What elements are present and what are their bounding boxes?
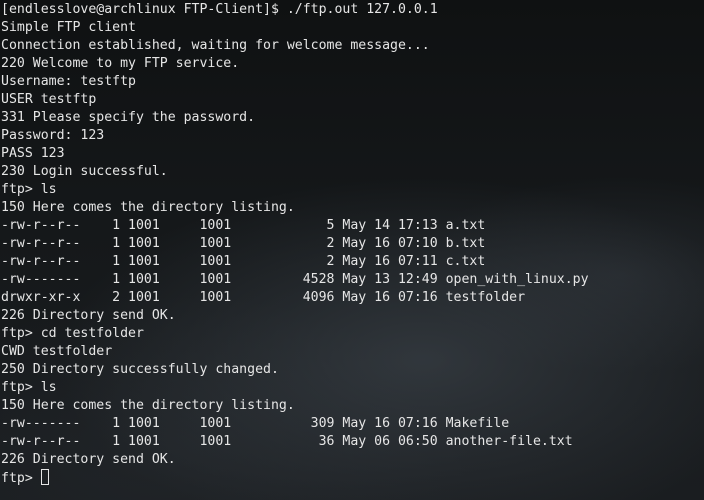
terminal-line: Username: testftp [1, 74, 136, 89]
terminal-line: Simple FTP client [1, 20, 136, 35]
terminal-line: USER testftp [1, 92, 97, 107]
text-cursor[interactable] [40, 469, 49, 485]
terminal-line: 226 Directory send OK. [1, 452, 176, 467]
terminal-line: ftp> cd testfolder [1, 326, 144, 341]
terminal-line: Connection established, waiting for welc… [1, 38, 430, 53]
directory-listing-row: drwxr-xr-x 2 1001 1001 4096 May 16 07:16… [1, 290, 526, 305]
directory-listing-row: -rw------- 1 1001 1001 309 May 16 07:16 … [1, 416, 510, 431]
ftp-prompt: ftp> [1, 471, 41, 486]
command-input-line[interactable]: ftp> [1, 469, 589, 487]
terminal-line: 250 Directory successfully changed. [1, 362, 279, 377]
directory-listing-row: -rw-r--r-- 1 1001 1001 2 May 16 07:10 b.… [1, 236, 486, 251]
terminal-line: 150 Here comes the directory listing. [1, 200, 295, 215]
directory-listing-row: -rw-r--r-- 1 1001 1001 5 May 14 17:13 a.… [1, 218, 486, 233]
terminal-line: [endlesslove@archlinux FTP-Client]$ ./ft… [1, 2, 438, 17]
terminal-line: 331 Please specify the password. [1, 110, 256, 125]
terminal-line: CWD testfolder [1, 344, 113, 359]
terminal-line: 230 Login successful. [1, 164, 168, 179]
terminal-window[interactable]: [endlesslove@archlinux FTP-Client]$ ./ft… [0, 0, 704, 500]
directory-listing-row: -rw-r--r-- 1 1001 1001 36 May 06 06:50 a… [1, 434, 573, 449]
terminal-line: ftp> ls [1, 380, 57, 395]
terminal-line: PASS 123 [1, 146, 65, 161]
terminal-line: 220 Welcome to my FTP service. [1, 56, 240, 71]
terminal-output: [endlesslove@archlinux FTP-Client]$ ./ft… [1, 1, 589, 487]
terminal-line: Password: 123 [1, 128, 105, 143]
directory-listing-row: -rw-r--r-- 1 1001 1001 2 May 16 07:11 c.… [1, 254, 486, 269]
directory-listing-row: -rw------- 1 1001 1001 4528 May 13 12:49… [1, 272, 589, 287]
terminal-line: 226 Directory send OK. [1, 308, 176, 323]
terminal-line: ftp> ls [1, 182, 57, 197]
terminal-line: 150 Here comes the directory listing. [1, 398, 295, 413]
